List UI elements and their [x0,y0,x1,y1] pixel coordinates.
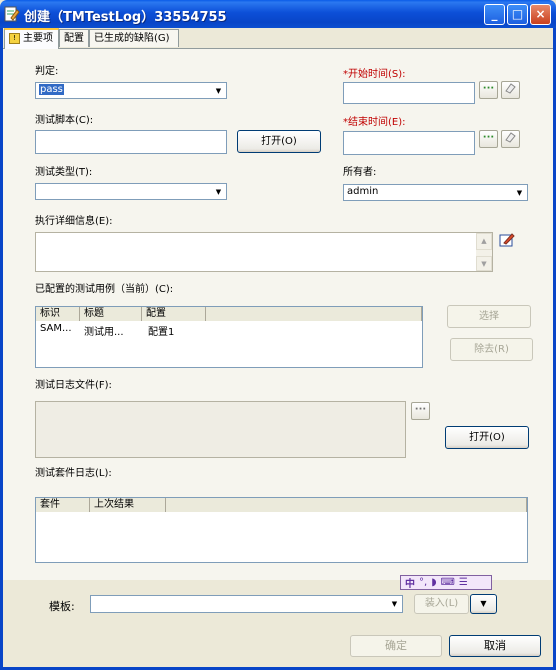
tab-config-label: 配置 [64,33,84,44]
tab-main[interactable]: ! 主要项 [4,28,59,49]
chevron-down-icon[interactable]: ▼ [212,84,225,97]
start-time-clear-button[interactable] [501,81,520,99]
column-header-suite[interactable]: 套件 [36,498,90,512]
logfile-field[interactable] [35,401,406,458]
start-time-picker-button[interactable]: ··· [479,81,498,99]
select-button[interactable]: 选择 [447,305,531,328]
ime-menu-icon[interactable]: ☰ [459,577,468,588]
chevron-down-icon[interactable]: ▼ [513,186,526,199]
window-title: 创建（TMTestLog）33554755 [24,10,227,25]
testcases-grid[interactable]: 标识 标题 配置 SAM... 测试用... 配置1 [35,306,423,368]
eraser-icon [505,132,516,143]
test-script-label: 测试脚本(C): [35,115,94,126]
details-label: 执行详细信息(E): [35,216,113,227]
template-combo[interactable]: ▼ [90,595,403,613]
owner-combo[interactable]: admin ▼ [343,184,528,201]
maximize-button[interactable]: □ [507,4,528,25]
edit-icon [499,233,515,247]
ime-punct-icon[interactable]: °, [419,577,427,588]
ime-keyboard-icon[interactable]: ⌨ [440,577,454,588]
end-time-label: *结束时间(E): [343,117,406,128]
column-header-id[interactable]: 标识 [36,307,80,321]
test-type-combo[interactable]: ▼ [35,183,227,200]
ime-moon-icon[interactable]: ◗ [431,577,436,588]
column-header-filler [206,307,422,321]
end-time-field[interactable] [343,131,475,155]
edit-details-button[interactable] [499,232,515,248]
tab-main-label: 主要项 [23,33,53,44]
end-time-clear-button[interactable] [501,130,520,148]
browse-logfile-button[interactable]: ··· [411,402,430,420]
suite-log-label: 测试套件日志(L): [35,468,112,479]
ime-toolbar[interactable]: 中 °, ◗ ⌨ ☰ [400,575,492,590]
chevron-down-icon: ▼ [480,599,487,608]
cell-config: 配置1 [148,327,175,338]
column-header-config[interactable]: 配置 [142,307,206,321]
column-header-last-result[interactable]: 上次结果 [90,498,166,512]
template-label: 模板: [49,600,75,613]
verdict-combo[interactable]: pass ▼ [35,82,227,99]
start-time-field[interactable] [343,82,475,104]
chevron-down-icon[interactable]: ▼ [212,185,225,198]
eraser-icon [505,83,516,94]
suite-log-grid[interactable]: 套件 上次结果 [35,497,528,563]
cancel-button[interactable]: 取消 [449,635,541,657]
minimize-button[interactable]: _ [484,4,505,25]
verdict-value: pass [39,84,64,95]
details-textarea[interactable]: ▲ ▼ [35,232,493,272]
close-button[interactable]: × [530,4,551,25]
open-logfile-button[interactable]: 打开(O) [445,426,529,449]
column-header-title[interactable]: 标题 [80,307,142,321]
test-type-label: 测试类型(T): [35,167,93,178]
load-dropdown-button[interactable]: ▼ [470,594,497,614]
remove-button[interactable]: 除去(R) [450,338,533,361]
scroll-down-icon[interactable]: ▼ [476,256,492,271]
load-button[interactable]: 装入(L) [414,594,469,614]
cell-id: SAM... [40,323,72,334]
ime-mode[interactable]: 中 [405,575,415,590]
end-time-picker-button[interactable]: ··· [479,130,498,148]
start-time-label: *开始时间(S): [343,69,406,80]
owner-value: admin [347,186,379,197]
scroll-up-icon[interactable]: ▲ [476,233,492,250]
tab-defects[interactable]: 已生成的缺陷(G) [89,29,179,47]
testcases-label: 已配置的测试用例（当前）(C): [35,284,174,295]
open-script-button[interactable]: 打开(O) [237,130,321,153]
tab-defects-label: 已生成的缺陷(G) [94,33,170,44]
verdict-label: 判定: [35,66,59,77]
tab-config[interactable]: 配置 [59,29,89,47]
warning-icon: ! [9,32,20,44]
cell-title: 测试用... [84,327,124,338]
app-icon [4,6,20,22]
column-header-filler [166,498,527,512]
logfile-label: 测试日志文件(F): [35,380,112,391]
ok-button[interactable]: 确定 [350,635,442,657]
chevron-down-icon[interactable]: ▼ [388,597,401,611]
owner-label: 所有者: [343,167,377,178]
test-script-field[interactable] [35,130,227,154]
details-scrollbar[interactable]: ▲ ▼ [476,233,492,271]
